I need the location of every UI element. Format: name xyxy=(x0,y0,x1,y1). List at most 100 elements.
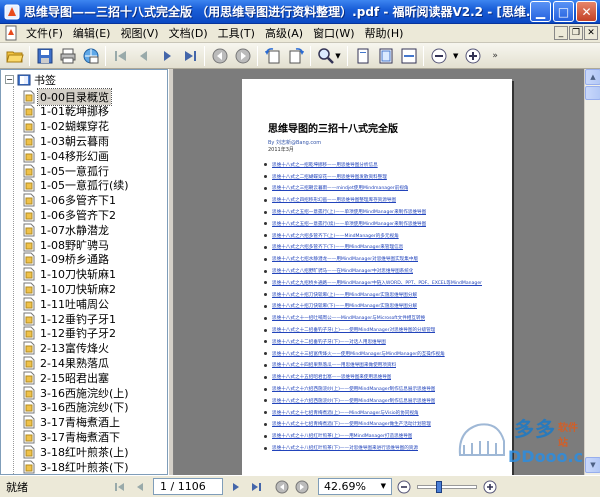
next-page-button[interactable] xyxy=(155,45,178,67)
rotate-left-button[interactable] xyxy=(261,45,284,67)
menu-tools[interactable]: 工具(T) xyxy=(213,24,260,43)
rotate-right-button[interactable] xyxy=(284,45,307,67)
toc-entry[interactable]: 思维十八式之十招刀快斩麻(上)——用MindManager实施思维导图分解 xyxy=(264,289,504,301)
toc-entry-link[interactable]: 思维十八式之十二招垂钓子牙(上)——使用MindManager对思维导图的分级管… xyxy=(272,327,435,333)
zoom-level-field[interactable]: 42.69% ▼ xyxy=(318,478,392,495)
bookmark-root[interactable]: − 书签 xyxy=(5,72,56,87)
toc-entry-link[interactable]: 思维十八式之十八招红叶煎茶(上)——用MindManager打造思维导图 xyxy=(272,433,412,439)
mdi-minimize-button[interactable]: _ xyxy=(554,26,568,40)
zoom-dropdown-chevron-icon[interactable]: ▼ xyxy=(453,52,458,60)
status-back-button[interactable] xyxy=(272,478,292,496)
page-number-field[interactable]: 1 / 1106 xyxy=(153,478,223,495)
toc-entry-link[interactable]: 思维十八式之一招乾坤挪移——用思维导图分析信息 xyxy=(272,162,378,168)
document-menu-icon[interactable] xyxy=(3,25,19,41)
minimize-button[interactable]: ▁ xyxy=(530,1,551,22)
toolbar-overflow-icon[interactable]: » xyxy=(492,51,498,61)
zoom-in-button[interactable] xyxy=(461,45,484,67)
toc-entry[interactable]: 思维十八式之五招一意孤行(续)——单项使用MindManager来制作思维导图 xyxy=(264,218,504,230)
zoom-chevron-down-icon[interactable]: ▼ xyxy=(381,479,386,494)
mdi-restore-button[interactable]: ❐ xyxy=(569,26,583,40)
menu-help[interactable]: 帮助(H) xyxy=(360,24,409,43)
maximize-button[interactable]: □ xyxy=(553,1,574,22)
close-button[interactable]: ✕ xyxy=(576,1,597,22)
menu-document[interactable]: 文档(D) xyxy=(164,24,213,43)
menu-view[interactable]: 视图(V) xyxy=(115,24,163,43)
toc-entry-link[interactable]: 思维十八式之五招一意孤行(续)——单项使用MindManager来制作思维导图 xyxy=(272,221,426,227)
bookmark-item[interactable]: 3-18红叶煎茶(下) xyxy=(23,458,131,474)
status-zoom-in-button[interactable] xyxy=(480,478,500,496)
bookmark-panel[interactable]: − 书签 0-00目录概览 1-01乾坤挪移 1-02蝴蝶穿花 1-03朝云暮雨 1-0… xyxy=(0,69,168,475)
toc-entry[interactable]: 思维十八式之十招刀快斩麻(下)——用MindManager实施思维导图分解 xyxy=(264,301,504,313)
toc-entry-link[interactable]: 思维十八式之十六招西施浣纱(上)——使用MindManager制作信息展示思维导… xyxy=(272,386,435,392)
menu-window[interactable]: 窗口(W) xyxy=(308,24,359,43)
status-next-page-button[interactable] xyxy=(226,478,246,496)
toc-entry-link[interactable]: 思维十八式之十八招红叶煎茶(下)——对思维导图来进行思维导图的资源 xyxy=(272,445,418,451)
save-button[interactable] xyxy=(33,45,56,67)
toc-entry[interactable]: 思维十八式之十四招果熟落瓜——用思维导图来做使用项资料 xyxy=(264,360,504,372)
toc-entry[interactable]: 思维十八式之二招蝴蝶穿花——用思维导图发散资料整理 xyxy=(264,171,504,183)
toc-entry[interactable]: 思维十八式之一招乾坤挪移——用思维导图分析信息 xyxy=(264,159,504,171)
toc-entry[interactable]: 思维十八式之十二招垂钓子牙(下)——对话人用思维导图 xyxy=(264,336,504,348)
toc-entry-link[interactable]: 思维十八式之十招刀快斩麻(上)——用MindManager实施思维导图分解 xyxy=(272,292,417,298)
menu-advanced[interactable]: 高级(A) xyxy=(260,24,308,43)
toc-entry-link[interactable]: 思维十八式之十五招昭君出塞——思维导图来使用思维导图 xyxy=(272,374,391,380)
status-first-page-button[interactable] xyxy=(110,478,130,496)
fit-width-button[interactable] xyxy=(397,45,420,67)
toc-entry[interactable]: 思维十八式之十六招西施浣纱(下)——使用MindManager制作信息展示思维导… xyxy=(264,395,504,407)
print-button[interactable] xyxy=(56,45,79,67)
toc-entry-link[interactable]: 思维十八式之九招桥乡通路——用MindManager中链入WORD、PPT、PD… xyxy=(272,280,482,286)
prev-page-button[interactable] xyxy=(132,45,155,67)
status-zoom-out-button[interactable] xyxy=(394,478,414,496)
collapse-icon[interactable]: − xyxy=(5,75,14,84)
toc-entry[interactable]: 思维十八式之十一招吐哺周公——MindManager与Microsoft文件相互… xyxy=(264,312,504,324)
zoom-slider-thumb[interactable] xyxy=(436,480,442,493)
toc-entry[interactable]: 思维十八式之九招桥乡通路——用MindManager中链入WORD、PPT、PD… xyxy=(264,277,504,289)
zoom-out-button[interactable] xyxy=(427,45,450,67)
toc-entry-link[interactable]: 思维十八式之十七招青梅煮酒(上)——MindManager与Visio的协同视角 xyxy=(272,410,419,416)
toc-entry-link[interactable]: 思维十八式之四招移形幻画——用思维导图整理库存资源导图 xyxy=(272,197,396,203)
forward-button[interactable] xyxy=(231,45,254,67)
toc-entry[interactable]: 思维十八式之十二招垂钓子牙(上)——使用MindManager对思维导图的分级管… xyxy=(264,324,504,336)
menu-file[interactable]: 文件(F) xyxy=(21,24,68,43)
toc-entry[interactable]: 思维十八式之七招水静潜龙——用MindManager对思维导图实现集中版 xyxy=(264,253,504,265)
document-viewer[interactable]: 思维导图的三招十八式完全版 By 刘志新@Bang.com 2011年3月 思维… xyxy=(174,69,584,475)
toc-entry-link[interactable]: 思维十八式之十三招富传烽火——使用MindManager与MindManager… xyxy=(272,351,445,357)
toc-entry-link[interactable]: 思维十八式之五招一意孤行(上)——单项使用MindManager来制作思维导图 xyxy=(272,209,426,215)
fit-page-button[interactable] xyxy=(374,45,397,67)
status-forward-button[interactable] xyxy=(292,478,312,496)
toc-entry[interactable]: 思维十八式之五招一意孤行(上)——单项使用MindManager来制作思维导图 xyxy=(264,206,504,218)
toc-entry-link[interactable]: 思维十八式之十招刀快斩麻(下)——用MindManager实施思维导图分解 xyxy=(272,303,417,309)
toc-entry-link[interactable]: 思维十八式之六招多管齐下(上)——MindManager的多元视角 xyxy=(272,233,399,239)
toc-entry-link[interactable]: 思维十八式之三招朝云暮雨——mindjet使用Mindmanager前视角 xyxy=(272,185,408,191)
status-last-page-button[interactable] xyxy=(246,478,266,496)
back-button[interactable] xyxy=(208,45,231,67)
toc-entry-link[interactable]: 思维十八式之八招野旷骋马——在MindManager中对思维导图系统化 xyxy=(272,268,413,274)
toc-entry-link[interactable]: 思维十八式之十四招果熟落瓜——用思维导图来做使用项资料 xyxy=(272,362,396,368)
menu-edit[interactable]: 编辑(E) xyxy=(68,24,116,43)
toc-entry[interactable]: 思维十八式之三招朝云暮雨——mindjet使用Mindmanager前视角 xyxy=(264,183,504,195)
actual-size-button[interactable] xyxy=(351,45,374,67)
scroll-down-button[interactable]: ▼ xyxy=(585,457,600,473)
toc-entry-link[interactable]: 思维十八式之七招水静潜龙——用MindManager对思维导图实现集中版 xyxy=(272,256,418,262)
toc-entry-link[interactable]: 思维十八式之十七招青梅煮酒(下)——使用MindManager做生产活动计划管理 xyxy=(272,421,431,427)
toc-entry[interactable]: 思维十八式之六招多管齐下(下)——用MindManager来管理信息 xyxy=(264,242,504,254)
scroll-thumb[interactable] xyxy=(585,86,600,100)
vertical-scrollbar[interactable]: ▲ ▼ xyxy=(584,69,600,475)
title-bar[interactable]: 思维导图——三招十八式完全版 （用思维导图进行资料整理）.pdf - 福昕阅读器… xyxy=(0,0,600,24)
toc-entry[interactable]: 思维十八式之八招野旷骋马——在MindManager中对思维导图系统化 xyxy=(264,265,504,277)
toc-entry[interactable]: 思维十八式之十六招西施浣纱(上)——使用MindManager制作信息展示思维导… xyxy=(264,383,504,395)
toc-entry-link[interactable]: 思维十八式之二招蝴蝶穿花——用思维导图发散资料整理 xyxy=(272,174,387,180)
toc-entry-link[interactable]: 思维十八式之十二招垂钓子牙(下)——对话人用思维导图 xyxy=(272,339,386,345)
toc-entry[interactable]: 思维十八式之十三招富传烽火——使用MindManager与MindManager… xyxy=(264,348,504,360)
open-button[interactable] xyxy=(3,45,26,67)
toc-entry-link[interactable]: 思维十八式之十六招西施浣纱(下)——使用MindManager制作信息展示思维导… xyxy=(272,398,435,404)
zoom-slider[interactable] xyxy=(417,480,477,493)
email-button[interactable] xyxy=(79,45,102,67)
first-page-button[interactable] xyxy=(109,45,132,67)
status-prev-page-button[interactable] xyxy=(130,478,150,496)
toc-entry[interactable]: 思维十八式之六招多管齐下(上)——MindManager的多元视角 xyxy=(264,230,504,242)
zoom-tool-button[interactable]: ▼ xyxy=(314,45,344,67)
scroll-up-button[interactable]: ▲ xyxy=(585,69,600,85)
toc-entry[interactable]: 思维十八式之四招移形幻画——用思维导图整理库存资源导图 xyxy=(264,194,504,206)
toc-entry-link[interactable]: 思维十八式之六招多管齐下(下)——用MindManager来管理信息 xyxy=(272,244,403,250)
